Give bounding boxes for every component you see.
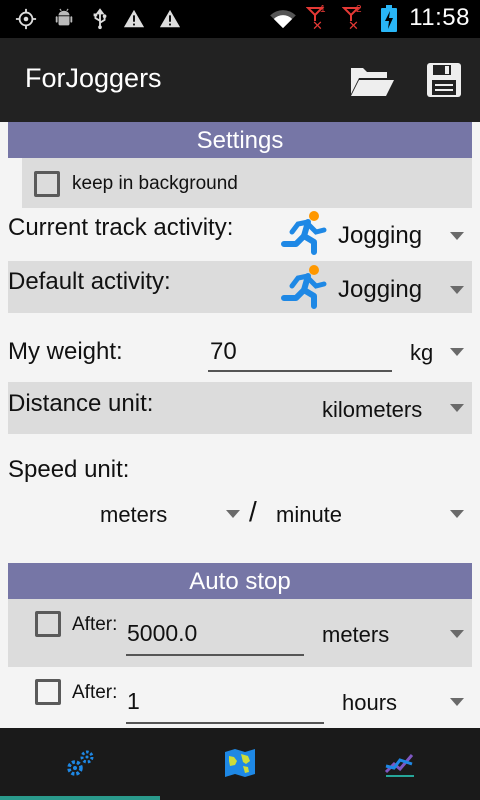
chart-icon bbox=[384, 754, 414, 777]
status-bar: 1 ✕ 2 ✕ 11:58 bbox=[0, 0, 480, 38]
keep-in-background-checkbox[interactable] bbox=[34, 171, 60, 197]
distance-unit-value: kilometers bbox=[322, 397, 423, 422]
chevron-down-icon bbox=[450, 348, 464, 356]
default-activity-value: Jogging bbox=[338, 276, 423, 303]
android-debug-icon bbox=[55, 8, 73, 26]
auto-stop-time-checkbox[interactable] bbox=[35, 679, 61, 705]
runner-icon bbox=[281, 211, 327, 255]
folder-open-icon[interactable] bbox=[349, 64, 395, 98]
auto-stop-time-value: 1 bbox=[127, 688, 140, 714]
speed-numerator-value: meters bbox=[100, 502, 168, 527]
chevron-down-icon bbox=[450, 630, 464, 638]
weight-unit-value: kg bbox=[410, 340, 434, 365]
runner-icon bbox=[281, 265, 327, 309]
map-icon bbox=[225, 749, 255, 777]
auto-stop-distance-unit: meters bbox=[322, 622, 390, 647]
auto-stop-distance-label: After: bbox=[72, 614, 118, 635]
app-title: ForJoggers bbox=[25, 63, 162, 93]
usb-icon bbox=[93, 8, 107, 30]
current-track-activity-value: Jogging bbox=[338, 222, 423, 249]
save-icon[interactable] bbox=[425, 61, 463, 99]
weight-value: 70 bbox=[210, 338, 237, 365]
sim1-label: 1 bbox=[320, 4, 326, 15]
auto-stop-distance-unit-spinner[interactable]: meters bbox=[312, 618, 472, 654]
battery-charging-icon bbox=[381, 5, 397, 32]
auto-stop-time-underline bbox=[126, 722, 324, 724]
warning-icon bbox=[123, 9, 145, 28]
current-track-activity-label: Current track activity: bbox=[8, 214, 234, 241]
auto-stop-distance-checkbox[interactable] bbox=[35, 611, 61, 637]
auto-stop-time-unit-spinner[interactable]: hours bbox=[332, 686, 472, 722]
weight-input-underline bbox=[208, 370, 392, 372]
keep-in-background-label: keep in background bbox=[72, 173, 238, 194]
speed-unit-label: Speed unit: bbox=[8, 456, 130, 483]
settings-content[interactable]: Settings keep in background Current trac… bbox=[0, 122, 480, 728]
distance-unit-spinner[interactable]: kilometers bbox=[310, 382, 472, 434]
speed-denominator-value: minute bbox=[276, 502, 343, 527]
sim2-label: 2 bbox=[356, 4, 362, 15]
distance-unit-label: Distance unit: bbox=[8, 390, 154, 417]
auto-stop-distance-underline bbox=[126, 654, 304, 656]
active-tab-indicator bbox=[0, 796, 160, 800]
speed-numerator-spinner[interactable]: meters bbox=[90, 494, 248, 536]
auto-stop-time-input[interactable]: 1 bbox=[126, 680, 324, 724]
tab-map[interactable] bbox=[160, 728, 320, 800]
tab-settings[interactable] bbox=[0, 728, 160, 800]
chevron-down-icon bbox=[226, 510, 240, 518]
warning-icon bbox=[159, 9, 181, 28]
auto-stop-section-header: Auto stop bbox=[8, 563, 472, 599]
settings-gears-icon bbox=[67, 750, 94, 776]
default-activity-label: Default activity: bbox=[8, 268, 171, 295]
auto-stop-time-unit: hours bbox=[342, 690, 398, 715]
weight-unit-spinner[interactable]: kg bbox=[400, 330, 472, 374]
my-weight-label: My weight: bbox=[8, 338, 123, 365]
chevron-down-icon bbox=[450, 232, 464, 240]
sim1-no-signal-icon: 1 ✕ bbox=[306, 4, 334, 34]
chevron-down-icon bbox=[450, 510, 464, 518]
no-signal-x-icon: ✕ bbox=[348, 18, 359, 33]
settings-section-header: Settings bbox=[8, 122, 472, 158]
bottom-navigation bbox=[0, 728, 480, 800]
no-signal-x-icon: ✕ bbox=[312, 18, 323, 33]
clock: 11:58 bbox=[409, 4, 470, 31]
wifi-icon bbox=[270, 10, 296, 29]
current-track-activity-spinner[interactable]: Jogging bbox=[278, 208, 472, 260]
auto-stop-distance-value: 5000.0 bbox=[127, 620, 198, 646]
chevron-down-icon bbox=[450, 698, 464, 706]
auto-stop-distance-input[interactable]: 5000.0 bbox=[126, 614, 304, 656]
keep-in-background-row[interactable]: keep in background bbox=[22, 158, 472, 208]
default-activity-spinner[interactable]: Jogging bbox=[278, 262, 472, 314]
speed-unit-separator: / bbox=[249, 496, 257, 527]
tab-chart[interactable] bbox=[320, 728, 480, 800]
chevron-down-icon bbox=[450, 286, 464, 294]
auto-stop-time-label: After: bbox=[72, 682, 118, 703]
speed-denominator-spinner[interactable]: minute bbox=[266, 494, 472, 536]
chevron-down-icon bbox=[450, 404, 464, 412]
app-bar: ForJoggers bbox=[0, 38, 480, 122]
gps-icon bbox=[15, 8, 37, 30]
weight-input[interactable]: 70 bbox=[208, 330, 392, 374]
sim2-no-signal-icon: 2 ✕ bbox=[342, 4, 370, 34]
